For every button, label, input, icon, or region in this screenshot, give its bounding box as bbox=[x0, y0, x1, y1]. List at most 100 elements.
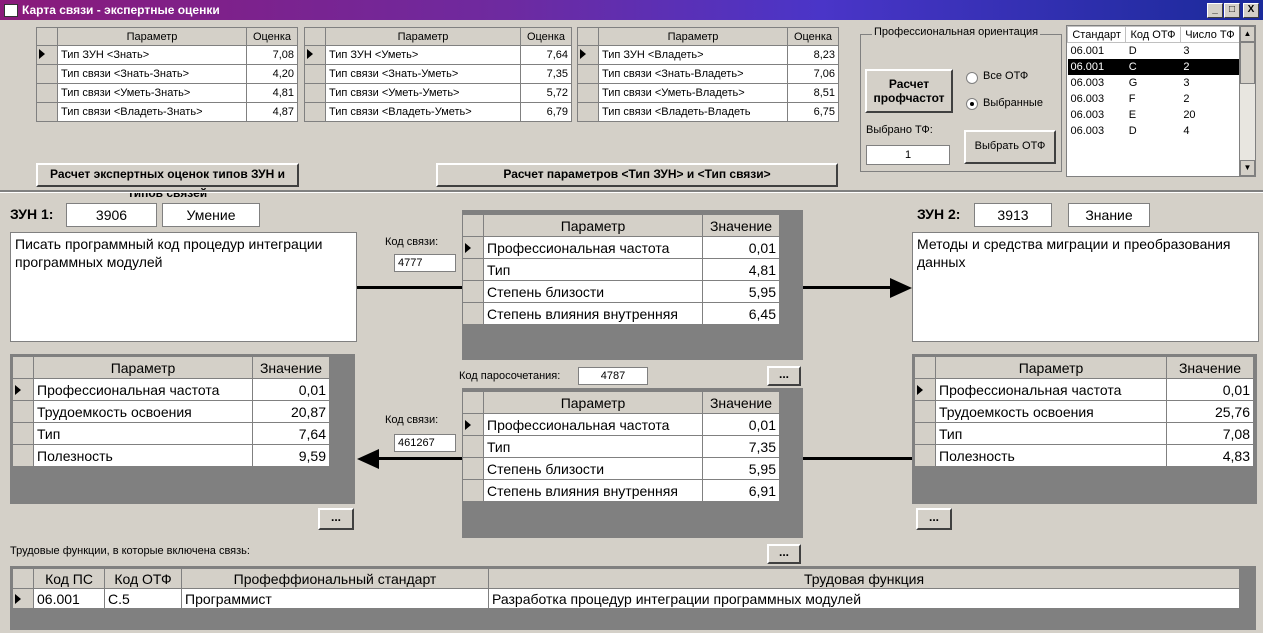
value-cell[interactable]: 5,95 bbox=[702, 280, 780, 303]
zun2-params-table[interactable]: Параметр Значение Профессиональная частот… bbox=[914, 356, 1254, 467]
param-cell[interactable]: Тип ЗУН <Владеть> bbox=[598, 45, 788, 65]
otf-list-cell[interactable]: G bbox=[1126, 75, 1181, 91]
param-cell[interactable]: Тип связи <Владеть-Владеть bbox=[598, 102, 788, 122]
table-row[interactable]: Тип 7,35 bbox=[462, 435, 780, 458]
otf-list-cell[interactable]: 06.003 bbox=[1068, 91, 1126, 107]
zun1-type-field[interactable]: Умение bbox=[162, 203, 260, 227]
param-cell[interactable]: Степень близости bbox=[483, 457, 703, 480]
table-row[interactable]: Трудоемкость освоения 20,87 bbox=[12, 400, 330, 423]
value-cell[interactable]: 8,23 bbox=[787, 45, 839, 65]
param-cell[interactable]: Тип связи <Владеть-Уметь> bbox=[325, 102, 521, 122]
value-cell[interactable]: 9,59 bbox=[252, 444, 330, 467]
close-button[interactable]: X bbox=[1243, 3, 1259, 18]
table-row[interactable]: Профессиональная частота 0,01 bbox=[462, 413, 780, 436]
table-row[interactable]: Тип ЗУН <Владеть> 8,23 bbox=[577, 45, 839, 65]
value-cell[interactable]: 7,06 bbox=[787, 64, 839, 84]
value-cell[interactable]: 4,81 bbox=[702, 258, 780, 281]
scroll-thumb[interactable] bbox=[1240, 42, 1255, 84]
table-row[interactable]: Тип связи <Владеть-Уметь> 6,79 bbox=[304, 102, 572, 122]
table-row[interactable]: Степень близости 5,95 bbox=[462, 457, 780, 480]
table-row[interactable]: Профессиональная частота 0,01 bbox=[462, 236, 780, 259]
otf-list-cell[interactable]: 06.003 bbox=[1068, 75, 1126, 91]
value-cell[interactable]: 7,08 bbox=[1166, 422, 1254, 445]
maximize-button[interactable]: □ bbox=[1224, 3, 1240, 18]
value-cell[interactable]: 5,95 bbox=[702, 457, 780, 480]
otf-list-table[interactable]: Стандарт Код ОТФ Число ТФ 06.001 D 3 06.001 C 2… bbox=[1067, 26, 1241, 139]
param-cell[interactable]: Тип bbox=[33, 422, 253, 445]
param-cell[interactable]: Полезность bbox=[33, 444, 253, 467]
zun2-text-field[interactable]: Методы и средства миграции и преобразова… bbox=[912, 232, 1259, 342]
functions-cell[interactable]: 06.001 bbox=[33, 588, 105, 609]
otf-list-cell[interactable]: D bbox=[1126, 43, 1181, 59]
param-cell[interactable]: Тип bbox=[483, 258, 703, 281]
row-selector[interactable] bbox=[462, 479, 484, 502]
row-selector[interactable] bbox=[577, 83, 599, 103]
param-cell[interactable]: Профессиональная частота bbox=[935, 378, 1167, 401]
pairing-code-field[interactable]: 4787 bbox=[578, 367, 648, 385]
radio-all-otf[interactable] bbox=[966, 72, 978, 84]
table-row[interactable]: Трудоемкость освоения 25,76 bbox=[914, 400, 1254, 423]
param-cell[interactable]: Тип ЗУН <Уметь> bbox=[325, 45, 521, 65]
row-selector[interactable] bbox=[914, 422, 936, 445]
row-selector[interactable] bbox=[462, 435, 484, 458]
row-selector[interactable] bbox=[12, 400, 34, 423]
param-cell[interactable]: Степень влияния внутренняя bbox=[483, 302, 703, 325]
row-selector[interactable] bbox=[914, 378, 936, 401]
scroll-down-icon[interactable]: ▼ bbox=[1240, 160, 1255, 176]
table-row[interactable]: Тип связи <Уметь-Знать> 4,81 bbox=[36, 83, 298, 103]
selected-tf-field[interactable]: 1 bbox=[866, 145, 950, 165]
otf-list-item[interactable]: 06.003 G 3 bbox=[1068, 75, 1240, 91]
functions-cell[interactable]: Программист bbox=[181, 588, 489, 609]
param-cell[interactable]: Тип связи <Владеть-Знать> bbox=[57, 102, 247, 122]
pairing-more-button[interactable]: ... bbox=[767, 366, 801, 386]
otf-list-cell[interactable]: 06.003 bbox=[1068, 123, 1126, 139]
functions-table[interactable]: Код ПС Код ОТФ Профеффиональный стандарт Тр… bbox=[12, 568, 1240, 609]
zun2-type-field[interactable]: Знание bbox=[1068, 203, 1150, 227]
table-row[interactable]: Тип 4,81 bbox=[462, 258, 780, 281]
value-cell[interactable]: 0,01 bbox=[1166, 378, 1254, 401]
otf-list-item[interactable]: 06.003 D 4 bbox=[1068, 123, 1240, 139]
table-row[interactable]: Тип связи <Владеть-Владеть 6,75 bbox=[577, 102, 839, 122]
value-cell[interactable]: 25,76 bbox=[1166, 400, 1254, 423]
value-cell[interactable]: 0,01 bbox=[702, 413, 780, 436]
otf-list-cell[interactable]: 3 bbox=[1180, 75, 1239, 91]
row-selector[interactable] bbox=[462, 413, 484, 436]
row-selector[interactable] bbox=[577, 102, 599, 122]
select-otf-button[interactable]: Выбрать ОТФ bbox=[964, 130, 1056, 164]
value-cell[interactable]: 4,81 bbox=[246, 83, 298, 103]
value-cell[interactable]: 7,35 bbox=[702, 435, 780, 458]
otf-list-item[interactable]: 06.003 F 2 bbox=[1068, 91, 1240, 107]
otf-list-item[interactable]: 06.001 C 2 bbox=[1067, 58, 1240, 75]
zun2-id-field[interactable]: 3913 bbox=[974, 203, 1052, 227]
link1-code-field[interactable]: 4777 bbox=[394, 254, 456, 272]
skill-types-table[interactable]: Параметр Оценка Тип ЗУН <Уметь> 7,64 Тип св… bbox=[304, 27, 572, 122]
row-selector[interactable] bbox=[462, 280, 484, 303]
otf-list-cell[interactable]: 2 bbox=[1180, 59, 1239, 75]
otf-list-item[interactable]: 06.001 D 3 bbox=[1068, 43, 1240, 59]
table-row[interactable]: Тип связи <Знать-Знать> 4,20 bbox=[36, 64, 298, 84]
param-cell[interactable]: Степень влияния внутренняя bbox=[483, 479, 703, 502]
value-cell[interactable]: 20,87 bbox=[252, 400, 330, 423]
row-selector[interactable] bbox=[914, 400, 936, 423]
otf-list-cell[interactable]: 06.001 bbox=[1068, 43, 1126, 59]
row-selector[interactable] bbox=[12, 588, 34, 609]
otf-list-cell[interactable]: 2 bbox=[1180, 91, 1239, 107]
otf-list-cell[interactable]: 20 bbox=[1180, 107, 1239, 123]
table-row[interactable]: Тип связи <Знать-Уметь> 7,35 bbox=[304, 64, 572, 84]
param-cell[interactable]: Профессиональная частота bbox=[483, 236, 703, 259]
row-selector[interactable] bbox=[36, 64, 58, 84]
row-selector[interactable] bbox=[304, 64, 326, 84]
row-selector[interactable] bbox=[462, 457, 484, 480]
calc-freq-button[interactable]: Расчет профчастот bbox=[865, 69, 953, 113]
row-selector[interactable] bbox=[12, 378, 34, 401]
value-cell[interactable]: 7,64 bbox=[252, 422, 330, 445]
row-selector[interactable] bbox=[36, 83, 58, 103]
table-row[interactable]: Тип 7,08 bbox=[914, 422, 1254, 445]
row-selector[interactable] bbox=[304, 45, 326, 65]
own-types-table[interactable]: Параметр Оценка Тип ЗУН <Владеть> 8,23 Тип … bbox=[577, 27, 839, 122]
otf-list-cell[interactable]: 06.003 bbox=[1068, 107, 1126, 123]
table-row[interactable]: 06.001 C.5 Программист Разработка процедур … bbox=[12, 588, 1240, 609]
value-cell[interactable]: 7,35 bbox=[520, 64, 572, 84]
param-cell[interactable]: Тип связи <Уметь-Владеть> bbox=[598, 83, 788, 103]
table-row[interactable]: Полезность 9,59 bbox=[12, 444, 330, 467]
